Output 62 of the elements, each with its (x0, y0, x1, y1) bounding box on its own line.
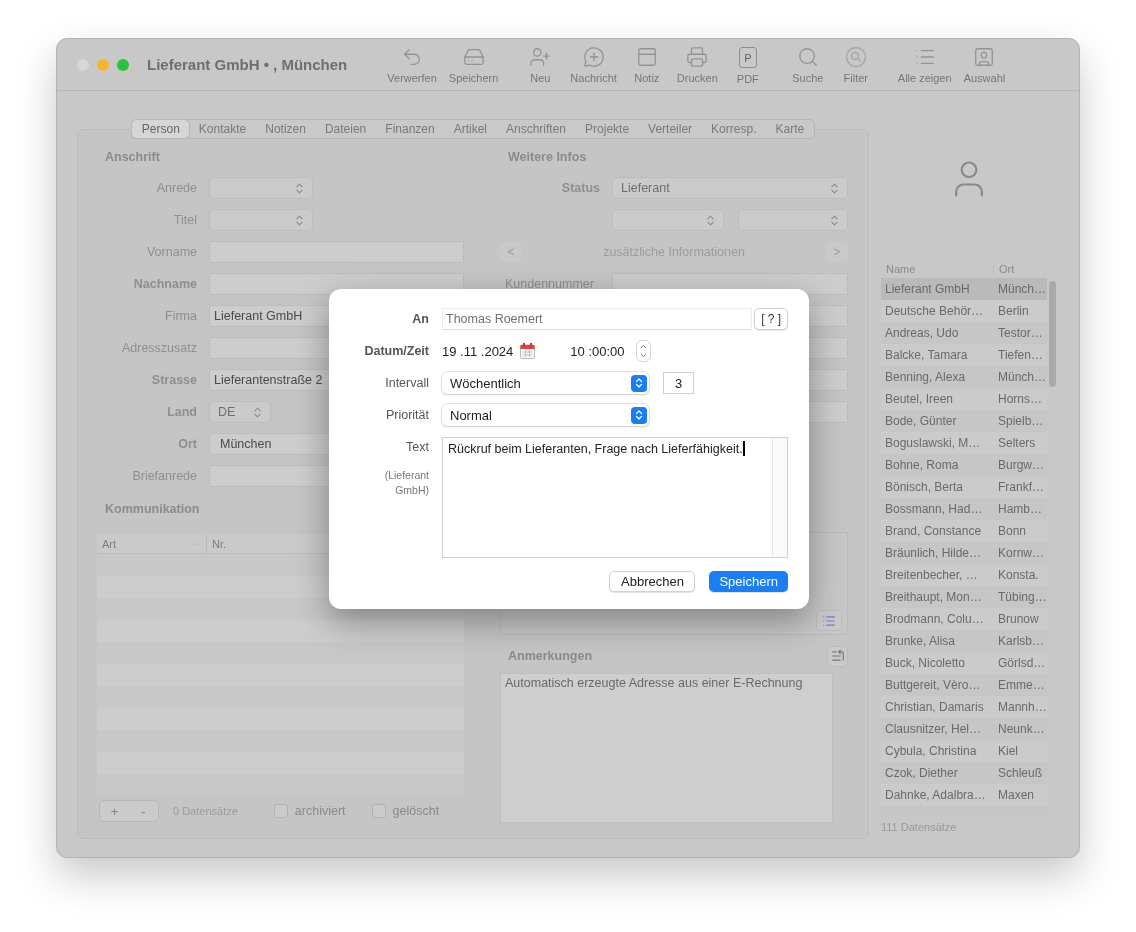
checkbox-label: archiviert (294, 804, 346, 818)
city-cell-text: Kiel (997, 744, 1019, 758)
city-cell-text: Kornw… (997, 546, 1045, 560)
city-cell-text: Karlsb… (997, 634, 1045, 648)
section-heading: Anmerkungen (507, 649, 593, 663)
name-cell-text: Boguslawski, M… (884, 436, 982, 450)
name-cell-text: Christian, Damaris (884, 700, 985, 714)
city-cell-text: Burgw… (997, 458, 1045, 472)
city-cell-text: Bonn (997, 524, 1028, 538)
city-cell-text: Mannh… (997, 700, 1047, 714)
name-cell-text: Deutsche Behör… (884, 304, 985, 318)
name-cell-text: Bräunlich, Hilde… (884, 546, 983, 560)
city-cell-text: Testor… (997, 326, 1044, 340)
name-cell-text: Bönisch, Berta (884, 480, 965, 494)
city-cell-text: Schleuß (997, 766, 1044, 780)
section-heading: Weitere Infos (507, 150, 588, 166)
pdf-icon: P (738, 47, 757, 68)
field-label: Intervall (385, 376, 429, 390)
name-cell-text: Benning, Alexa (884, 370, 967, 384)
checkbox-label: gelöscht (392, 804, 440, 818)
city-cell-text: Münch… (997, 370, 1047, 384)
field-label: Text (406, 440, 429, 454)
window-title: Lieferant GmbH • , München (147, 56, 348, 73)
city-cell-text: Frankf… (997, 480, 1045, 494)
name-cell-text: Buttgereit, Vèro… (884, 678, 982, 692)
name-cell-text: Buck, Nicoletto (884, 656, 967, 670)
city-cell-text: Brunow (997, 612, 1040, 626)
name-cell-text: Cybula, Christina (884, 744, 978, 758)
field-label: Datum/Zeit (364, 344, 429, 358)
name-cell-text: Brunke, Alisa (884, 634, 957, 648)
city-cell-text: Görlsd… (997, 656, 1047, 670)
city-cell-text: Münch… (997, 282, 1047, 296)
name-cell-text: Breitenbecher, … (884, 568, 979, 582)
name-cell-text: Beutel, Ireen (884, 392, 955, 406)
city-cell-text: Maxen (997, 788, 1036, 802)
name-cell-text: Clausnitzer, Hel… (884, 722, 983, 736)
city-cell-text: Emme… (997, 678, 1046, 692)
name-cell-text: Bossmann, Had… (884, 502, 984, 516)
name-cell-text: Lieferant GmbH (884, 282, 971, 296)
context-label: (Lieferant GmbH) (383, 468, 429, 498)
field-label: Priorität (385, 408, 429, 422)
city-cell-text: Hamb… (997, 502, 1043, 516)
name-cell-text: Andreas, Udo (884, 326, 960, 340)
section-heading: Kommunikation (104, 502, 201, 518)
city-cell-text: Tiefen… (997, 348, 1044, 362)
name-cell-text: Bohne, Roma (884, 458, 960, 472)
city-cell-text: Neunk… (997, 722, 1046, 736)
city-cell-text: Spielb… (997, 414, 1045, 428)
name-cell-text: Brand, Constance (884, 524, 983, 538)
field-label: An (412, 312, 429, 326)
name-cell-text: Bode, Günter (884, 414, 958, 428)
name-cell-text: Czok, Diether (884, 766, 959, 780)
city-cell-text: Konsta. (997, 568, 1040, 582)
city-cell-text: Horns… (997, 392, 1043, 406)
name-cell-text: Breithaupt, Mon… (884, 590, 983, 604)
city-cell-text: Tübing… (997, 590, 1047, 604)
city-cell-text: Berlin (997, 304, 1030, 318)
name-cell-text: Brodmann, Colu… (884, 612, 985, 626)
name-cell-text: Dahnke, Adalbra… (884, 788, 987, 802)
section-heading: Anschrift (104, 150, 161, 166)
name-cell-text: Balcke, Tamara (884, 348, 969, 362)
city-cell-text: Selters (997, 436, 1037, 450)
